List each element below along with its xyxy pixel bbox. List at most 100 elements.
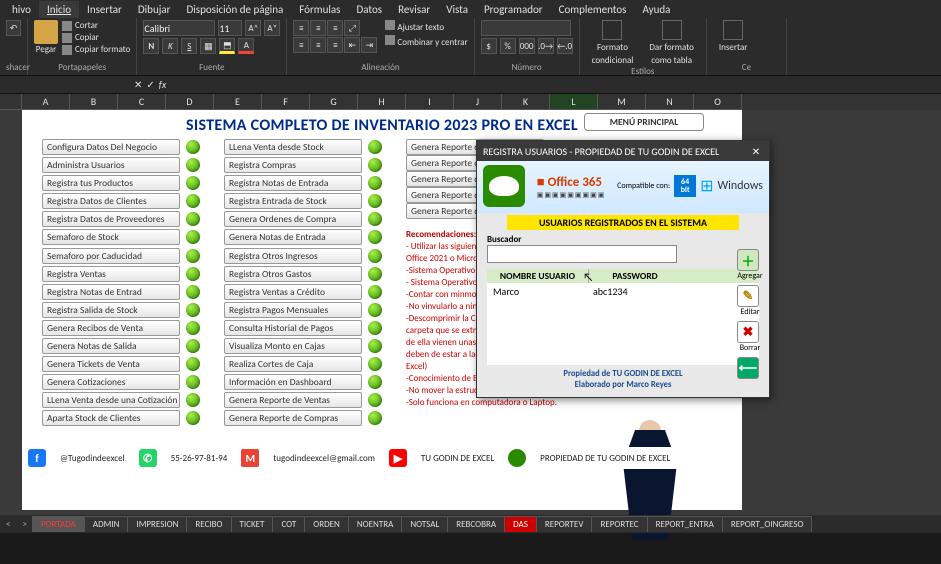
menu-datos[interactable]: Datos [348,1,390,18]
col-header[interactable]: A [22,94,70,110]
menu-button[interactable]: Registra Notas de Entrad [42,284,200,300]
align-center-button[interactable]: ≡ [310,37,326,53]
select-all-corner[interactable] [0,94,22,110]
menu-button[interactable]: Genera Notas de Entrada [224,229,382,245]
menu-inicio[interactable]: Inicio [39,1,79,18]
sheet-tab[interactable]: REPORT_ENTRA [647,516,723,532]
dialog-close-button[interactable]: ✕ [749,144,763,158]
number-format-select[interactable] [481,20,571,36]
menu-button[interactable]: Genera Reporte de Compras [224,410,382,426]
go-button[interactable]: ⟵ [737,357,763,379]
sheet-tab[interactable]: REPORTEC [591,516,647,532]
sheet-tab[interactable]: NOTSAL [401,516,448,532]
comma-button[interactable]: 000 [519,38,535,54]
col-header[interactable]: N [646,94,694,110]
menu-disposicion[interactable]: Disposición de página [178,1,291,18]
menu-button[interactable]: Registra Otros Ingresos [224,248,382,264]
cut-button[interactable]: Cortar [62,20,130,31]
fill-color-button[interactable]: ⬒ [219,38,235,54]
col-header[interactable]: H [358,94,406,110]
tab-nav-next[interactable]: > [16,519,32,530]
menu-button[interactable]: Genera Recibos de Venta [42,320,200,336]
menu-complementos[interactable]: Complementos [551,1,635,18]
cancel-formula-icon[interactable]: ✕ [134,78,142,91]
increase-font-button[interactable]: A˄ [245,20,261,36]
menu-button[interactable]: Configura Datos Del Negocio [42,139,200,155]
menu-ayuda[interactable]: Ayuda [635,1,679,18]
menu-button[interactable]: Registra Notas de Entrada [224,175,382,191]
conditional-format-button[interactable]: Formato condicional [586,20,640,66]
col-header[interactable]: I [406,94,454,110]
format-painter-button[interactable]: Copiar formato [62,44,130,55]
merge-center-button[interactable]: Combinar y centrar [385,35,467,48]
menu-formulas[interactable]: Fórmulas [291,1,348,18]
indent-decrease-button[interactable]: ⇤ [344,37,360,53]
col-header[interactable]: L [550,94,598,110]
menu-button[interactable]: Registra Entrada de Stock [224,193,382,209]
menu-button[interactable]: Registra Datos de Clientes [42,193,200,209]
menu-button[interactable]: Información en Dashboard [224,374,382,390]
copy-button[interactable]: Copiar [62,32,130,43]
wrap-text-button[interactable]: Ajustar texto [385,20,467,33]
menu-button[interactable]: Registra Ventas a Crédito [224,284,382,300]
sheet-tab[interactable]: ORDEN [304,516,349,532]
menu-button[interactable]: Registra Pagos Mensuales [224,302,382,318]
col-header[interactable]: G [310,94,358,110]
col-header[interactable]: J [454,94,502,110]
underline-button[interactable]: S [181,38,197,54]
align-right-button[interactable]: ≡ [327,37,343,53]
paste-button[interactable]: Pegar [34,20,58,55]
menu-button[interactable]: Genera Tickets de Venta [42,356,200,372]
align-left-button[interactable]: ≡ [293,37,309,53]
menu-programador[interactable]: Programador [476,1,551,18]
menu-button[interactable]: Genera Reporte de Ventas [224,392,382,408]
menu-button[interactable]: Semaforo de Stock [42,229,200,245]
sheet-tab[interactable]: NOENTRA [348,516,402,532]
sheet-tab[interactable]: ADMIN [84,516,129,532]
menu-button[interactable]: Genera Notas de Salida [42,338,200,354]
col-header[interactable]: E [214,94,262,110]
menu-button[interactable]: Consulta Historial de Pagos [224,320,382,336]
menu-button[interactable]: Semaforo por Caducidad [42,248,200,264]
sheet-tab[interactable]: TICKET [231,516,274,532]
menu-button[interactable]: Registra Compras [224,157,382,173]
undo-button[interactable]: ↶ [6,20,21,36]
align-middle-button[interactable]: ≡ [310,20,326,36]
table-row[interactable]: Marco abc1234 [487,283,759,365]
menu-button[interactable]: Visualiza Monto en Cajas [224,338,382,354]
percent-button[interactable]: % [500,38,516,54]
search-input[interactable] [487,245,677,263]
menu-button[interactable]: Realiza Cortes de Caja [224,356,382,372]
menu-button[interactable]: Aparta Stock de Clientes [42,410,200,426]
menu-button[interactable]: LLena Venta desde una Cotización [42,392,200,408]
delete-button[interactable]: ✖Borrar [737,321,763,353]
decrease-font-button[interactable]: A˅ [264,20,280,36]
font-color-button[interactable]: A [238,38,254,54]
whatsapp-icon[interactable]: ✆ [139,449,157,467]
sheet-tab[interactable]: REBCOBRA [447,516,505,532]
orientation-button[interactable]: ⤢ [344,20,360,36]
menu-dibujar[interactable]: Dibujar [130,1,179,18]
insert-cells-button[interactable]: Insertar [713,20,754,53]
add-button[interactable]: ＋Agregar [737,249,763,281]
indent-increase-button[interactable]: ⇥ [361,37,377,53]
col-header[interactable]: C [118,94,166,110]
menu-button[interactable]: Registra tus Productos [42,175,200,191]
sheet-tab[interactable]: REPORT_OINGRESO [722,516,813,532]
accept-formula-icon[interactable]: ✓ [146,78,154,91]
menu-revisar[interactable]: Revisar [390,1,438,18]
edit-button[interactable]: ✎Editar [737,285,763,317]
menu-button[interactable]: Genera Cotizaciones [42,374,200,390]
align-top-button[interactable]: ≡ [293,20,309,36]
border-button[interactable]: ▦ [200,38,216,54]
sheet-tab[interactable]: DAS [504,516,537,532]
menu-archivo[interactable]: hivo [4,1,39,18]
font-size-select[interactable] [218,20,242,36]
bold-button[interactable]: N [143,38,159,54]
col-header[interactable]: B [70,94,118,110]
align-bottom-button[interactable]: ≡ [327,20,343,36]
tab-nav-prev[interactable]: < [0,519,16,530]
sheet-tab[interactable]: COT [272,516,305,532]
col-header[interactable]: M [598,94,646,110]
menu-button[interactable]: Registra Salida de Stock [42,302,200,318]
